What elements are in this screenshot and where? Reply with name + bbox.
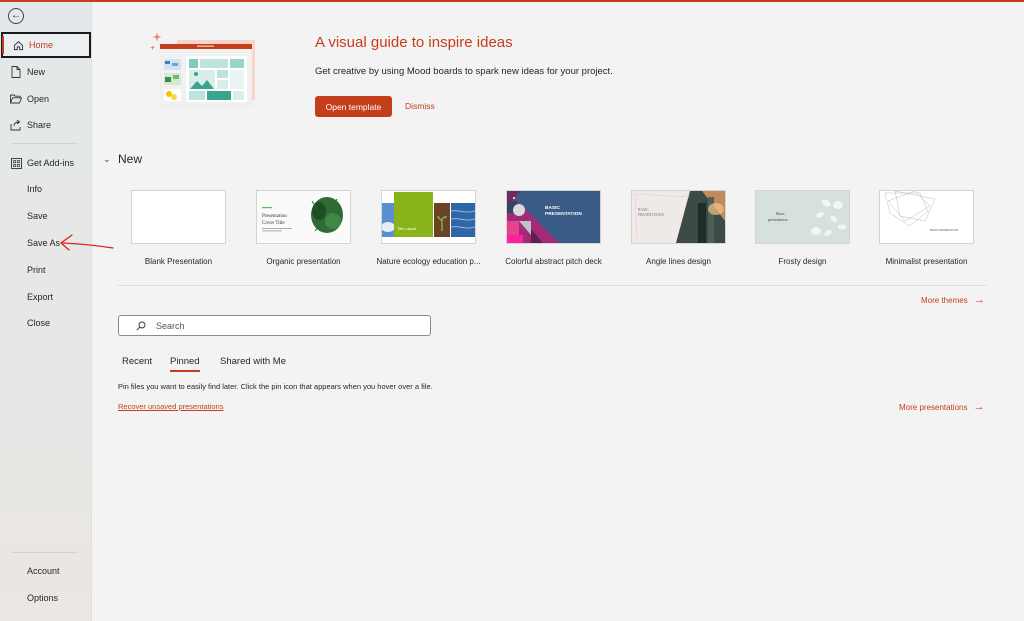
template-name: Minimalist presentation	[885, 257, 968, 266]
sidebar-item-close[interactable]: Close	[0, 310, 92, 336]
folder-open-icon	[10, 93, 22, 105]
banner-description: Get creative by using Mood boards to spa…	[315, 66, 613, 77]
title-accent-bar	[0, 0, 1024, 2]
tab-pinned[interactable]: Pinned	[170, 356, 200, 372]
new-section-title: New	[118, 152, 143, 166]
sidebar-divider	[12, 552, 78, 553]
back-button[interactable]: ←	[8, 8, 24, 24]
thumb-text: PRESENTATION	[545, 211, 582, 217]
template-angle-lines[interactable]: BASIC PRESENTATION Angle lines design	[631, 190, 726, 266]
sidebar-item-account[interactable]: Account	[0, 558, 92, 584]
new-document-icon	[10, 66, 22, 78]
template-thumbnail: Basic presentation	[755, 190, 850, 244]
backstage-sidebar: ← Home New Open Share Get Add-ins Info S…	[0, 0, 92, 621]
sidebar-item-share[interactable]: Share	[0, 112, 92, 138]
template-thumbnail: BASIC PRESENTATION	[631, 190, 726, 244]
section-divider	[118, 285, 986, 286]
thumb-text: Cover Title	[262, 221, 285, 226]
template-name: Nature ecology education p...	[376, 257, 481, 266]
sidebar-item-options[interactable]: Options	[0, 585, 92, 611]
sidebar-item-print[interactable]: Print	[0, 257, 92, 283]
grid-icon	[10, 157, 22, 169]
template-nature-ecology[interactable]: Title Layout Nature ecology education p.…	[376, 190, 481, 266]
template-thumbnail: BASIC PRESENTATION	[506, 190, 601, 244]
mood-board-illustration	[150, 32, 255, 107]
open-template-button[interactable]: Open template	[315, 96, 392, 117]
template-name: Frosty design	[778, 257, 827, 266]
sidebar-item-info[interactable]: Info	[0, 176, 92, 202]
template-thumbnail: Title Layout	[381, 190, 476, 244]
share-icon	[10, 119, 22, 131]
thumb-text: Basic	[776, 211, 785, 216]
sidebar-item-save-as[interactable]: Save As	[0, 230, 92, 256]
tab-recent[interactable]: Recent	[122, 356, 152, 367]
template-name: Colorful abstract pitch deck	[505, 257, 602, 266]
recover-unsaved-link[interactable]: Recover unsaved presentations	[118, 402, 223, 411]
search-icon	[136, 321, 146, 331]
search-input[interactable]	[156, 320, 406, 331]
thumb-text: BASIC	[545, 205, 560, 211]
dismiss-button[interactable]: Dismiss	[405, 101, 435, 111]
thumb-text: PRESENTATION	[638, 213, 664, 217]
sidebar-item-get-add-ins[interactable]: Get Add-ins	[0, 150, 92, 176]
pinned-info-text: Pin files you want to easily find later.…	[118, 382, 433, 391]
template-minimalist[interactable]: BASIC PRESENTATION Minimalist presentati…	[879, 190, 974, 266]
tab-shared-with-me[interactable]: Shared with Me	[220, 356, 286, 367]
template-name: Blank Presentation	[144, 257, 213, 266]
thumb-text: Presentation	[262, 214, 287, 219]
arrow-right-icon: →	[973, 294, 985, 306]
more-themes-link[interactable]: More themes →	[921, 294, 985, 306]
collapse-new-chevron-icon[interactable]: ⌄	[103, 154, 111, 165]
search-box[interactable]	[118, 315, 431, 336]
thumb-text: BASIC PRESENTATION	[930, 228, 958, 232]
template-organic-presentation[interactable]: Presentation Cover Title Organic present…	[256, 190, 351, 266]
template-frosty[interactable]: Basic presentation Frosty design	[755, 190, 850, 266]
sidebar-item-open[interactable]: Open	[0, 86, 92, 112]
template-thumbnail	[131, 190, 226, 244]
thumb-text: Title Layout	[397, 227, 417, 231]
template-name: Organic presentation	[266, 257, 341, 266]
arrow-left-icon: ←	[11, 10, 21, 21]
arrow-right-icon: →	[973, 401, 985, 413]
banner-title: A visual guide to inspire ideas	[315, 34, 513, 51]
template-thumbnail: BASIC PRESENTATION	[879, 190, 974, 244]
sidebar-item-save[interactable]: Save	[0, 203, 92, 229]
home-icon	[12, 39, 24, 51]
more-presentations-link[interactable]: More presentations →	[899, 401, 984, 413]
template-thumbnail: Presentation Cover Title	[256, 190, 351, 244]
thumb-text: BASIC	[638, 208, 649, 212]
sidebar-divider	[12, 143, 78, 144]
thumb-text: presentation	[768, 217, 788, 222]
template-name: Angle lines design	[646, 257, 711, 266]
sidebar-item-export[interactable]: Export	[0, 284, 92, 310]
sidebar-item-new[interactable]: New	[0, 59, 92, 85]
sidebar-item-home[interactable]: Home	[1, 32, 91, 58]
template-colorful-abstract[interactable]: BASIC PRESENTATION Colorful abstract pit…	[505, 190, 602, 266]
template-blank-presentation[interactable]: Blank Presentation	[131, 190, 226, 266]
